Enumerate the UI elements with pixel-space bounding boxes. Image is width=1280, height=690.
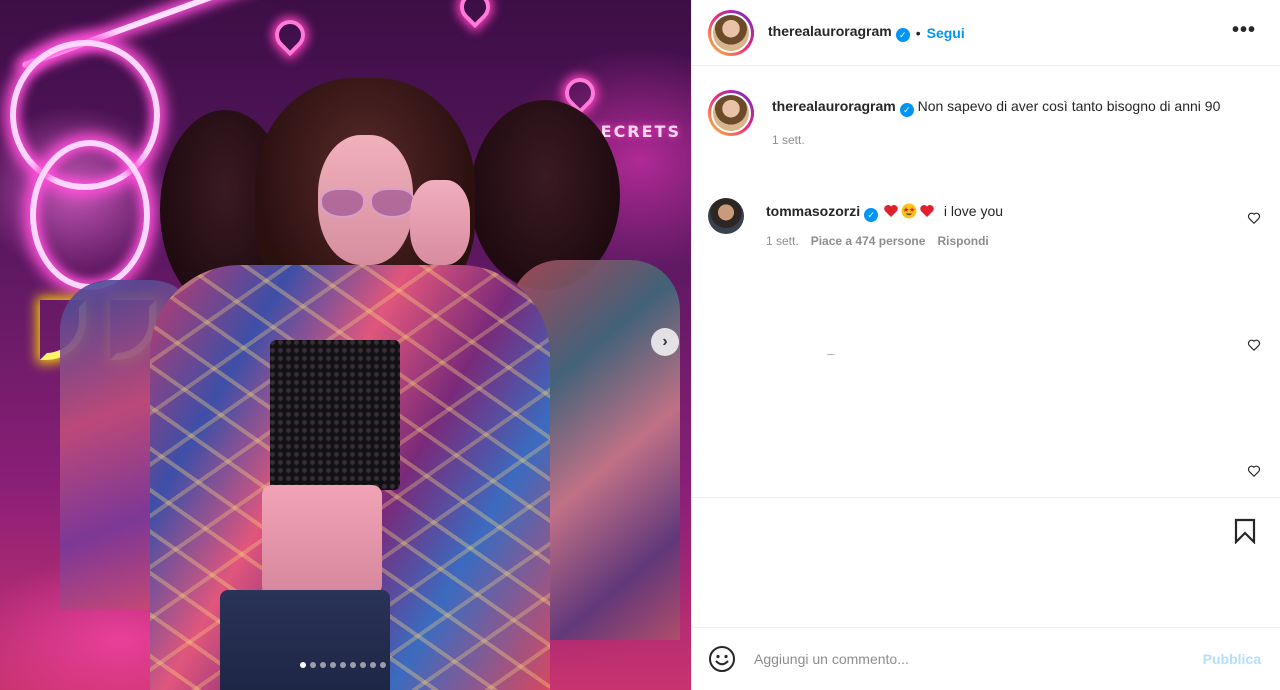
post-photo[interactable]: SECRETS › — [0, 0, 691, 690]
neon-light-decoration — [30, 140, 150, 290]
caption-time[interactable]: 1 sett. — [772, 129, 805, 151]
commenter-avatar[interactable] — [708, 198, 744, 234]
carousel-dot — [310, 662, 316, 668]
carousel-dot — [370, 662, 376, 668]
person-hand — [410, 180, 470, 265]
post-side-panel: therealauroragram ✓ • Segui ••• therealau… — [691, 0, 1280, 690]
add-comment-bar: Pubblica — [692, 627, 1280, 690]
carousel-dot — [340, 662, 346, 668]
carousel-dot — [300, 662, 306, 668]
neon-heart-decoration — [453, 0, 497, 29]
comment-item: tommasozorzi ✓ i love you 1 sett. Piace a… — [708, 198, 1236, 252]
caption-text: Non sapevo di aver così tanto bisogno di… — [917, 98, 1221, 114]
author-username-text[interactable]: therealauroragram — [768, 23, 892, 39]
comment-username[interactable]: tommasozorzi — [766, 203, 860, 219]
reply-button[interactable]: Rispondi — [937, 230, 988, 252]
heart-icon[interactable] — [1247, 338, 1261, 352]
carousel-indicator — [300, 662, 386, 668]
heart-icon[interactable] — [1247, 464, 1261, 478]
heart-icon[interactable] — [1247, 211, 1261, 225]
follow-button[interactable]: Segui — [927, 25, 965, 41]
comments-list: therealauroragram ✓ Non sapevo di aver co… — [692, 67, 1280, 497]
red-heart-emoji-icon — [920, 205, 934, 217]
verified-badge-icon: ✓ — [899, 103, 914, 117]
author-avatar[interactable] — [708, 90, 754, 136]
star-struck-emoji-icon — [901, 203, 917, 219]
carousel-dot — [320, 662, 326, 668]
person-top — [270, 340, 400, 490]
more-options-icon[interactable]: ••• — [1232, 20, 1256, 40]
caption: therealauroragram ✓ Non sapevo di aver co… — [708, 90, 1242, 151]
comment-likes[interactable]: Piace a 474 persone — [811, 230, 926, 252]
person-sunglasses — [320, 188, 418, 218]
carousel-dot — [330, 662, 336, 668]
neon-heart-decoration — [268, 13, 312, 57]
header-separator: • — [915, 24, 921, 41]
verified-badge-icon: ✓ — [864, 208, 879, 222]
bookmark-icon[interactable] — [1233, 518, 1257, 544]
author-username[interactable]: therealauroragram ✓ — [768, 23, 910, 43]
carousel-next-button[interactable]: › — [651, 328, 679, 356]
chevron-right-icon: › — [662, 333, 668, 350]
person-torso — [262, 485, 382, 595]
caption-username[interactable]: therealauroragram — [772, 98, 896, 114]
comment-time[interactable]: 1 sett. — [766, 230, 799, 252]
carousel-dot — [350, 662, 356, 668]
red-heart-emoji-icon — [884, 205, 898, 217]
verified-badge-icon: ✓ — [895, 28, 910, 43]
comment-text: i love you — [943, 203, 1004, 219]
loading-indicator: ⁓ — [827, 350, 835, 359]
person-jeans — [220, 590, 390, 690]
author-avatar[interactable] — [708, 9, 754, 56]
comment-input[interactable] — [754, 651, 1203, 667]
post-header: therealauroragram ✓ • Segui ••• — [692, 0, 1280, 66]
carousel-dot — [380, 662, 386, 668]
emoji-smile-icon[interactable] — [708, 645, 736, 673]
publish-button[interactable]: Pubblica — [1203, 651, 1261, 667]
carousel-dot — [360, 662, 366, 668]
action-bar — [692, 497, 1280, 627]
